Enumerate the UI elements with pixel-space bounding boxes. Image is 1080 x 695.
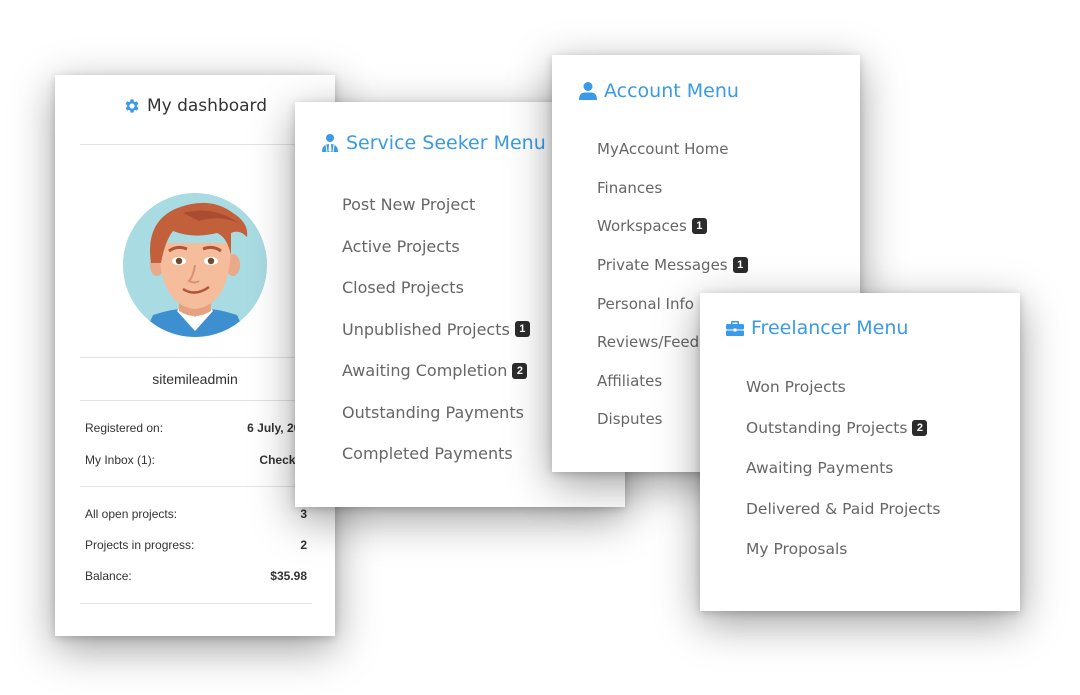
menu-item-label: Outstanding Projects [746,418,908,437]
stat-label: All open projects: [85,507,178,521]
menu-item-outstanding-payments[interactable]: Outstanding Payments [342,392,530,434]
dashboard-title-text: My dashboard [146,96,268,116]
count-badge: 1 [732,257,748,274]
menu-item-unpublished-projects[interactable]: Unpublished Projects 1 [342,309,530,351]
menu-item-label: Awaiting Payments [746,459,894,478]
menu-item-workspaces[interactable]: Workspaces 1 [597,207,748,246]
menu-item-finances[interactable]: Finances [597,169,748,208]
stat-row-balance: Balance: $35.98 [85,569,307,583]
stat-value: $35.98 [270,569,307,583]
menu-item-label: My Proposals [746,540,848,559]
divider [80,603,312,604]
divider [80,400,310,401]
menu-item-label: Reviews/Feed [597,333,700,352]
count-badge: 1 [514,321,530,338]
stage: My dashboard sitemileadmin Registered on… [0,0,1080,695]
freelancer-menu-list: Won Projects Outstanding Projects 2 Await… [746,367,940,570]
info-label: Registered on: [85,421,164,435]
info-row-registered: Registered on: 6 July, 201 [85,421,307,435]
menu-item-label: Personal Info [597,294,694,313]
menu-item-label: Disputes [597,410,663,429]
account-menu-title-text: Account Menu [604,80,739,102]
menu-item-post-new-project[interactable]: Post New Project [342,184,530,226]
menu-item-label: Affiliates [597,371,663,390]
avatar-illustration [123,193,267,337]
count-badge: 1 [691,218,707,235]
username: sitemileadmin [152,371,238,387]
menu-item-label: Completed Payments [342,444,513,464]
menu-item-label: Unpublished Projects [342,319,510,339]
menu-item-awaiting-payments[interactable]: Awaiting Payments [746,448,940,489]
info-row-inbox: My Inbox (1): Check A [85,453,307,467]
stat-value: 3 [300,507,307,521]
menu-item-label: Won Projects [746,378,846,397]
freelancer-menu-title-text: Freelancer Menu [751,317,909,339]
menu-item-label: Active Projects [342,236,460,256]
menu-item-completed-payments[interactable]: Completed Payments [342,433,530,475]
user-tie-icon [320,133,340,153]
menu-item-won-projects[interactable]: Won Projects [746,367,940,408]
divider [80,486,310,487]
menu-item-label: Workspaces [597,217,687,236]
stat-label: Projects in progress: [85,538,195,552]
menu-item-delivered-paid-projects[interactable]: Delivered & Paid Projects [746,489,940,530]
count-badge: 2 [912,419,928,436]
menu-item-label: Outstanding Payments [342,402,524,422]
info-label: My Inbox (1): [85,453,156,467]
menu-item-awaiting-completion[interactable]: Awaiting Completion 2 [342,350,530,392]
stat-value: 2 [300,538,307,552]
menu-item-label: Post New Project [342,195,476,215]
freelancer-menu-title: Freelancer Menu [725,317,908,339]
user-icon [578,81,598,101]
menu-item-label: Awaiting Completion [342,361,508,381]
stat-row-open-projects: All open projects: 3 [85,507,307,521]
briefcase-icon [725,318,745,338]
stat-row-in-progress: Projects in progress: 2 [85,538,307,552]
freelancer-menu-card: Freelancer Menu Won Projects Outstanding… [700,293,1020,611]
menu-item-label: Private Messages [597,256,728,275]
menu-item-active-projects[interactable]: Active Projects [342,226,530,268]
menu-item-myaccount-home[interactable]: MyAccount Home [597,130,748,169]
menu-item-label: Closed Projects [342,278,464,298]
avatar[interactable] [123,193,267,337]
menu-item-label: MyAccount Home [597,140,729,159]
menu-item-my-proposals[interactable]: My Proposals [746,529,940,570]
menu-item-closed-projects[interactable]: Closed Projects [342,267,530,309]
count-badge: 2 [512,362,528,379]
gear-icon [123,97,141,115]
dashboard-card: My dashboard sitemileadmin Registered on… [55,75,335,636]
account-menu-title: Account Menu [578,80,739,102]
divider [80,357,310,358]
service-seeker-menu-list: Post New Project Active Projects Closed … [342,184,530,475]
stat-label: Balance: [85,569,132,583]
menu-item-label: Finances [597,178,663,197]
service-seeker-menu-title: Service Seeker Menu [320,132,546,154]
service-seeker-menu-title-text: Service Seeker Menu [346,132,546,154]
menu-item-outstanding-projects[interactable]: Outstanding Projects 2 [746,408,940,449]
menu-item-label: Delivered & Paid Projects [746,499,941,518]
divider [80,144,310,145]
dashboard-title: My dashboard [55,96,335,116]
menu-item-private-messages[interactable]: Private Messages 1 [597,246,748,285]
